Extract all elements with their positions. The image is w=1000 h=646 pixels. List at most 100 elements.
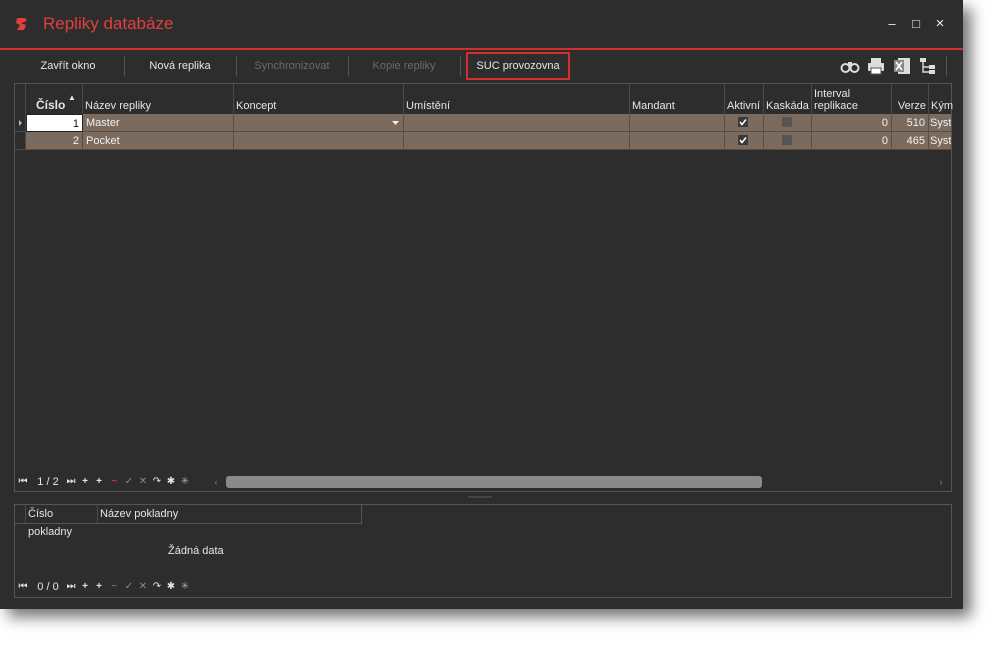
checkbox-unchecked-icon[interactable]: [782, 135, 792, 145]
column-header-nazev-pokladny[interactable]: Název pokladny: [98, 505, 361, 523]
scroll-left-icon[interactable]: ‹: [211, 474, 221, 490]
column-header-umisteni[interactable]: Umístění: [404, 84, 630, 114]
cell-interval[interactable]: 0: [812, 132, 892, 150]
column-label: Umístění: [406, 100, 451, 112]
cell-cislo[interactable]: 2: [26, 132, 83, 150]
toolbar-separator: [946, 56, 947, 76]
column-header-nazev[interactable]: Název repliky: [83, 84, 234, 114]
refresh-icon[interactable]: ↷: [151, 579, 163, 595]
delete-record-icon[interactable]: −: [107, 579, 121, 595]
printer-icon[interactable]: [866, 56, 886, 76]
cell-verze[interactable]: 510: [892, 114, 929, 132]
suc-provozovna-button[interactable]: SUC provozovna: [466, 52, 570, 80]
column-header-koncept[interactable]: Koncept: [234, 84, 404, 114]
replicas-window: Repliky databáze – □ × Zavřít okno Nová …: [0, 0, 963, 609]
cancel-icon[interactable]: ✕: [137, 579, 149, 595]
cell-verze[interactable]: 465: [892, 132, 929, 150]
column-header-interval[interactable]: Interval replikace: [812, 84, 892, 114]
cell-kym[interactable]: Syst: [929, 132, 951, 150]
column-label: Interval replikace: [814, 88, 859, 112]
toolbar-separator: [236, 56, 237, 76]
first-record-icon[interactable]: ⏮: [17, 579, 29, 595]
cell-kaskada[interactable]: [764, 114, 812, 132]
cell-kym[interactable]: Syst: [929, 114, 951, 132]
cell-kaskada[interactable]: [764, 132, 812, 150]
refresh-icon[interactable]: ↷: [151, 474, 163, 490]
table-row[interactable]: 1 Master 0 510 Syst: [15, 114, 951, 132]
excel-icon[interactable]: [892, 56, 912, 76]
first-record-icon[interactable]: ⏮: [17, 474, 29, 490]
column-header-verze[interactable]: Verze: [892, 84, 929, 114]
add-record-icon[interactable]: +: [79, 579, 91, 595]
binoculars-icon[interactable]: [840, 56, 860, 76]
new-replica-button[interactable]: Nová replika: [126, 54, 234, 78]
filter-icon[interactable]: ✱: [165, 474, 177, 490]
cell-umisteni[interactable]: [404, 132, 630, 150]
add-record-icon[interactable]: +: [79, 474, 91, 490]
row-indicator-header: [15, 505, 26, 523]
cell-nazev[interactable]: Master: [83, 114, 234, 132]
grid-header: Číslo ▲ Název repliky Koncept Umístění M…: [15, 84, 953, 115]
record-position: 1 / 2: [37, 476, 59, 488]
cell-koncept[interactable]: [234, 114, 404, 132]
cell-umisteni[interactable]: [404, 114, 630, 132]
append-record-icon[interactable]: +: [93, 474, 105, 490]
cell-interval[interactable]: 0: [812, 114, 892, 132]
panel-splitter[interactable]: [468, 496, 492, 498]
dropdown-arrow-icon[interactable]: [392, 121, 399, 125]
table-row[interactable]: 2 Pocket 0 465 Syst: [15, 132, 951, 150]
column-header-cislo[interactable]: Číslo ▲: [26, 84, 83, 114]
filter-clear-icon[interactable]: ✳: [179, 579, 191, 595]
cell-mandant[interactable]: [630, 132, 725, 150]
column-label: Koncept: [236, 100, 277, 112]
tree-settings-icon[interactable]: [918, 56, 938, 76]
close-button[interactable]: ×: [932, 16, 948, 32]
app-logo-icon: [16, 18, 27, 30]
column-label: Název repliky: [85, 100, 152, 112]
column-header-cislo-pokladny[interactable]: Číslo pokladny: [26, 505, 98, 538]
minimize-button[interactable]: –: [884, 16, 900, 32]
column-header-kaskada[interactable]: Kaskáda: [764, 84, 812, 114]
toolbar-separator: [348, 56, 349, 76]
column-header-mandant[interactable]: Mandant: [630, 84, 725, 114]
cell-aktivni[interactable]: [725, 114, 764, 132]
maximize-button[interactable]: □: [908, 16, 924, 32]
filter-clear-icon[interactable]: ✳: [179, 474, 191, 490]
cell-cislo[interactable]: 1: [26, 114, 83, 132]
confirm-icon[interactable]: ✓: [123, 579, 135, 595]
column-header-kym[interactable]: Kým: [929, 84, 953, 114]
last-record-icon[interactable]: ⏭: [65, 474, 77, 490]
delete-record-icon[interactable]: −: [107, 474, 121, 490]
grid-navigator: ⏮ 1 / 2 ⏭ + + − ✓ ✕ ↷ ✱ ✳ ‹: [15, 474, 225, 490]
cell-aktivni[interactable]: [725, 132, 764, 150]
cell-mandant[interactable]: [630, 114, 725, 132]
scrollbar-thumb[interactable]: [226, 476, 762, 488]
last-record-icon[interactable]: ⏭: [65, 579, 77, 595]
column-header-aktivni[interactable]: Aktivní: [725, 84, 764, 114]
checkbox-checked-icon[interactable]: [738, 135, 748, 145]
row-indicator: [15, 132, 26, 150]
replicas-grid: Číslo ▲ Název repliky Koncept Umístění M…: [14, 83, 953, 492]
column-label: Mandant: [632, 100, 675, 112]
toolbar-separator: [460, 56, 461, 76]
empty-data-text: Žádná data: [168, 545, 224, 557]
cell-nazev[interactable]: Pocket: [83, 132, 234, 150]
append-record-icon[interactable]: +: [93, 579, 105, 595]
copy-replica-button[interactable]: Kopie repliky: [350, 54, 458, 78]
checkbox-unchecked-icon[interactable]: [782, 117, 792, 127]
confirm-icon[interactable]: ✓: [123, 474, 135, 490]
column-label: Kaskáda: [766, 100, 809, 112]
toolbar-separator: [124, 56, 125, 76]
cancel-icon[interactable]: ✕: [137, 474, 149, 490]
scroll-right-icon[interactable]: ›: [936, 476, 946, 488]
row-indicator-header: [15, 84, 26, 114]
synchronize-button[interactable]: Synchronizovat: [238, 54, 346, 78]
toolbar: Zavřít okno Nová replika Synchronizovat …: [0, 50, 963, 82]
filter-icon[interactable]: ✱: [165, 579, 177, 595]
current-row-arrow-icon: [19, 120, 22, 126]
horizontal-scrollbar[interactable]: ›: [226, 476, 946, 488]
close-window-button[interactable]: Zavřít okno: [14, 54, 122, 78]
cell-koncept[interactable]: [234, 132, 404, 150]
grid-header: Číslo pokladny Název pokladny: [15, 505, 362, 538]
checkbox-checked-icon[interactable]: [738, 117, 748, 127]
